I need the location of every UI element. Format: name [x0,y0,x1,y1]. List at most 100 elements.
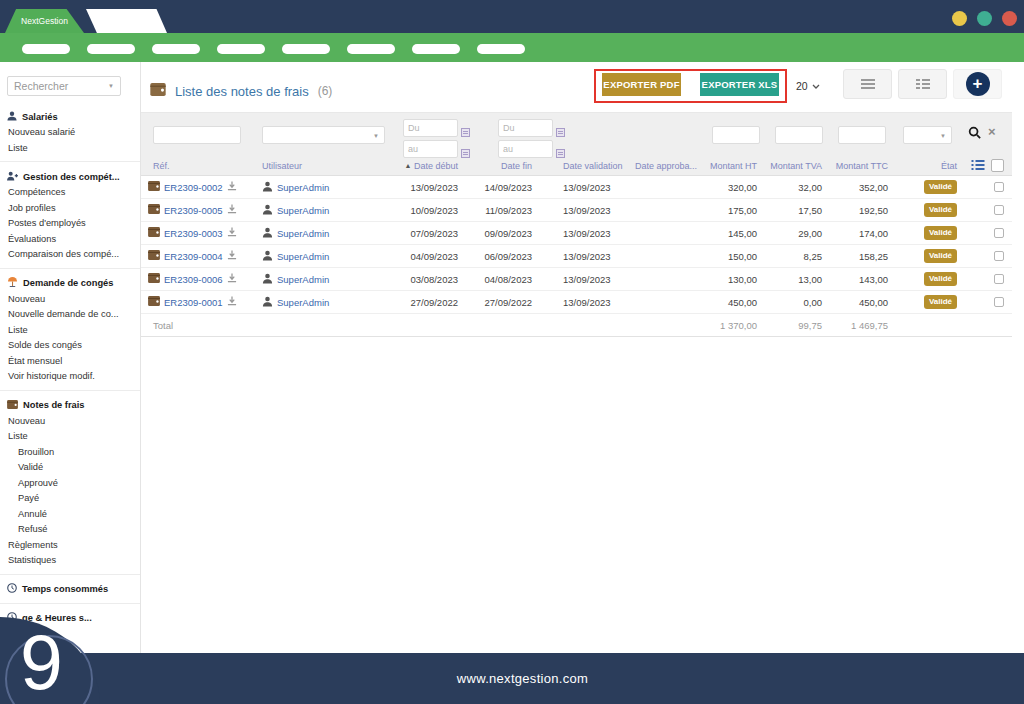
sidebar-item[interactable]: Liste [0,323,140,339]
sidebar-item[interactable]: Annulé [0,507,140,523]
sidebar-item[interactable]: Solde des congés [0,338,140,354]
menu-pill[interactable] [282,44,330,54]
user-link[interactable]: SuperAdmin [277,182,329,193]
sidebar-item[interactable]: Nouveau [0,414,140,430]
col-amount-tva[interactable]: Montant TVA [759,161,824,171]
window-dot[interactable] [977,11,992,26]
row-checkbox[interactable] [994,182,1004,192]
filter-ttc-input[interactable] [838,126,886,144]
user-link[interactable]: SuperAdmin [277,297,329,308]
download-icon[interactable] [227,296,237,308]
add-button[interactable]: + [966,72,990,96]
menu-pill[interactable] [217,44,265,54]
row-checkbox[interactable] [994,205,1004,215]
menu-pill[interactable] [22,44,70,54]
col-amount-ttc[interactable]: Montant TTC [824,161,890,171]
secondary-tab[interactable] [86,9,167,33]
download-icon[interactable] [227,181,237,193]
clear-filter-icon[interactable]: × [988,125,996,139]
filter-status-select[interactable]: ▼ [903,126,952,144]
page-size-select[interactable]: 20 [796,80,820,92]
filter-datestart-from-input[interactable]: Du [403,119,458,137]
expense-ref-link[interactable]: ER2309-0003 [164,228,223,239]
view-list-button[interactable] [843,69,892,99]
brand-tab[interactable]: NextGestion [5,9,84,33]
sidebar-item[interactable]: Liste [0,429,140,445]
filter-ht-input[interactable] [712,126,760,144]
col-date-approval[interactable]: Date approba... [626,161,702,171]
sidebar-item[interactable]: Comparaison des compé... [0,247,140,263]
sidebar-item[interactable]: Approuvé [0,476,140,492]
col-date-end[interactable]: Date fin [460,161,534,171]
menu-pill[interactable] [87,44,135,54]
filter-dateend-to-input[interactable]: au [498,140,553,158]
row-checkbox[interactable] [994,297,1004,307]
sidebar-item[interactable]: Évaluations [0,232,140,248]
sidebar-section-header[interactable]: Demande de congés [0,275,140,292]
menu-pill[interactable] [152,44,200,54]
sidebar-item[interactable]: Règlements [0,538,140,554]
col-ref[interactable]: Réf. [148,161,262,171]
sidebar-item[interactable]: Compétences [0,185,140,201]
expense-ref-link[interactable]: ER2309-0006 [164,274,223,285]
download-icon[interactable] [227,227,237,239]
filter-datestart-to-input[interactable]: au [403,140,458,158]
calendar-icon[interactable] [461,123,470,141]
calendar-icon[interactable] [556,123,565,141]
download-icon[interactable] [227,204,237,216]
window-dot[interactable] [1002,11,1017,26]
sidebar-item[interactable]: Validé [0,460,140,476]
download-icon[interactable] [227,250,237,262]
user-link[interactable]: SuperAdmin [277,251,329,262]
filter-dateend-from-input[interactable]: Du [498,119,553,137]
sidebar-item[interactable]: Payé [0,491,140,507]
calendar-icon[interactable] [556,144,565,162]
user-link[interactable]: SuperAdmin [277,205,329,216]
row-checkbox[interactable] [994,251,1004,261]
filter-user-select[interactable]: ▼ [262,126,385,144]
row-checkbox[interactable] [994,274,1004,284]
sidebar-section-header[interactable]: Salariés [0,108,140,125]
window-dot[interactable] [952,11,967,26]
sidebar-item[interactable]: Postes d'employés [0,216,140,232]
export-pdf-button[interactable]: EXPORTER PDF [602,73,681,96]
menu-pill[interactable] [412,44,460,54]
calendar-icon[interactable] [461,144,470,162]
column-config-icon[interactable] [971,160,985,171]
sidebar-item[interactable]: Refusé [0,522,140,538]
expense-ref-link[interactable]: ER2309-0001 [164,297,223,308]
search-submit-icon[interactable] [968,126,982,144]
sidebar-section-header[interactable]: Temps consommés [0,581,140,598]
col-date-validation[interactable]: Date validation [534,161,626,171]
sidebar-section-header[interactable]: Notes de frais [0,397,140,414]
row-checkbox[interactable] [994,228,1004,238]
user-link[interactable]: SuperAdmin [277,274,329,285]
search-input[interactable]: Rechercher ▼ [7,76,121,96]
col-date-start[interactable]: ▲ Date début [402,161,460,171]
sidebar-item[interactable]: État mensuel [0,354,140,370]
col-status[interactable]: État [890,161,959,171]
sidebar-item[interactable]: Statistiques [0,553,140,569]
view-grid-button[interactable] [898,69,947,99]
filter-tva-input[interactable] [775,126,823,144]
sidebar-item[interactable]: Liste [0,141,140,157]
export-xls-button[interactable]: EXPORTER XLS [700,73,779,96]
col-amount-ht[interactable]: Montant HT [702,161,759,171]
menu-pill[interactable] [477,44,525,54]
user-link[interactable]: SuperAdmin [277,228,329,239]
expense-ref-link[interactable]: ER2309-0002 [164,182,223,193]
sidebar-section-header[interactable]: Gestion des compét... [0,168,140,185]
menu-pill[interactable] [347,44,395,54]
download-icon[interactable] [227,273,237,285]
col-user[interactable]: Utilisateur [262,161,402,171]
expense-ref-link[interactable]: ER2309-0004 [164,251,223,262]
filter-ref-input[interactable] [153,126,241,144]
sidebar-item[interactable]: Brouillon [0,445,140,461]
sidebar-item[interactable]: Nouveau [0,292,140,308]
select-all-checkbox[interactable] [991,159,1004,172]
sidebar-item[interactable]: Nouvelle demande de co... [0,307,140,323]
sidebar-item[interactable]: Job profiles [0,201,140,217]
sidebar-item[interactable]: Nouveau salarié [0,125,140,141]
sidebar-item[interactable]: Voir historique modif. [0,369,140,385]
expense-ref-link[interactable]: ER2309-0005 [164,205,223,216]
